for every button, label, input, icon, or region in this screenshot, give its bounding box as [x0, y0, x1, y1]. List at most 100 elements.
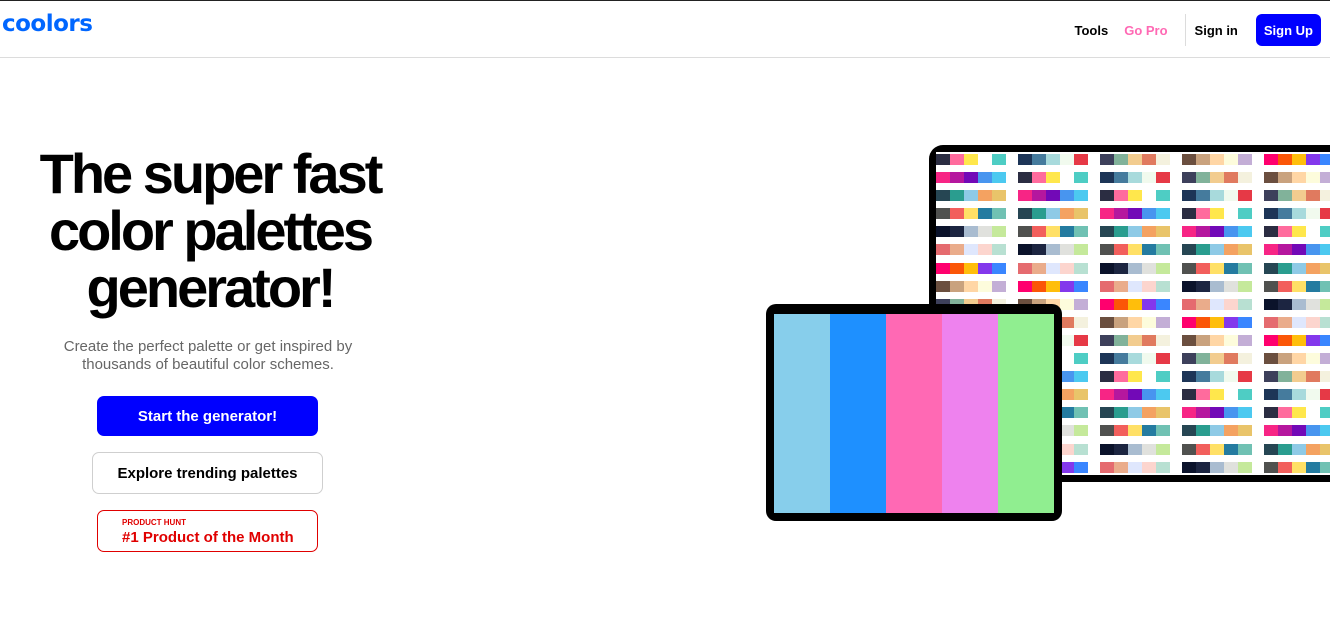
palette-swatch [1046, 208, 1060, 220]
palette-row [1182, 334, 1252, 346]
palette-swatch [1100, 389, 1114, 401]
hero-title: The super fast color palettes generator! [20, 145, 400, 316]
palette-swatch [1156, 262, 1170, 274]
palette-swatch [992, 172, 1006, 184]
palette-swatch [1210, 425, 1224, 437]
palette-row [1264, 190, 1330, 202]
palette-row [1100, 280, 1170, 292]
palette-swatch [1224, 316, 1238, 328]
palette-swatch [1032, 262, 1046, 274]
palette-swatch [1114, 208, 1128, 220]
palette-swatch [1238, 389, 1252, 401]
palette-swatch [1142, 371, 1156, 383]
palette-row [1100, 334, 1170, 346]
palette-swatch [1128, 262, 1142, 274]
palette-swatch [1060, 298, 1074, 310]
palette-swatch [1264, 371, 1278, 383]
palette-swatch [1210, 298, 1224, 310]
palette-swatch [1142, 407, 1156, 419]
palette-swatch [1074, 154, 1088, 165]
sign-up-button[interactable]: Sign Up [1255, 14, 1321, 46]
palette-swatch [1074, 172, 1088, 184]
palette-swatch [1142, 353, 1156, 365]
palette-swatch [1074, 298, 1088, 310]
featured-palette-illustration [774, 314, 1054, 513]
palette-swatch [1182, 226, 1196, 238]
palette-swatch [1060, 280, 1074, 292]
palette-swatch [1156, 443, 1170, 455]
palette-swatch [1306, 226, 1320, 238]
palette-swatch [1320, 226, 1330, 238]
coolors-logo[interactable]: coolors [2, 11, 93, 37]
palette-swatch [1100, 443, 1114, 455]
nav-tools-link[interactable]: Tools [1075, 23, 1109, 38]
palette-swatch [1238, 443, 1252, 455]
palette-swatch [1306, 443, 1320, 455]
palette-swatch [1278, 316, 1292, 328]
palette-swatch [1074, 461, 1088, 473]
explore-trending-button[interactable]: Explore trending palettes [92, 452, 323, 494]
palette-row [1100, 425, 1170, 437]
palette-row [1018, 208, 1088, 220]
palette-swatch [936, 190, 950, 202]
palette-row [1264, 208, 1330, 220]
palette-swatch [1060, 316, 1074, 328]
palette-swatch [1264, 334, 1278, 346]
palette-swatch [1156, 389, 1170, 401]
palette-swatch [1238, 226, 1252, 238]
palette-swatch [1060, 190, 1074, 202]
product-hunt-badge[interactable]: PRODUCT HUNT #1 Product of the Month [97, 510, 318, 552]
palette-swatch [774, 314, 830, 513]
palette-swatch [1264, 461, 1278, 473]
palette-swatch [992, 226, 1006, 238]
palette-swatch [1306, 208, 1320, 220]
palette-row [1182, 244, 1252, 256]
palette-swatch [1224, 298, 1238, 310]
palette-swatch [1278, 425, 1292, 437]
palette-swatch [1320, 190, 1330, 202]
palette-swatch [1210, 154, 1224, 165]
palette-swatch [1320, 298, 1330, 310]
palette-swatch [1156, 334, 1170, 346]
palette-swatch [1060, 371, 1074, 383]
palette-swatch [1224, 389, 1238, 401]
palette-row [1264, 298, 1330, 310]
palette-swatch [1320, 389, 1330, 401]
palette-swatch [1306, 389, 1320, 401]
palette-swatch [1142, 298, 1156, 310]
palette-swatch [1320, 244, 1330, 256]
palette-swatch [1182, 407, 1196, 419]
nav-divider [1184, 14, 1186, 46]
palette-row [1018, 262, 1088, 274]
nav-go-pro-link[interactable]: Go Pro [1124, 23, 1167, 38]
palette-swatch [1306, 407, 1320, 419]
palette-swatch [1210, 244, 1224, 256]
palette-swatch [992, 244, 1006, 256]
palette-swatch [1306, 316, 1320, 328]
palette-swatch [1182, 172, 1196, 184]
palette-swatch [1182, 443, 1196, 455]
palette-swatch [1074, 425, 1088, 437]
palette-swatch [1128, 389, 1142, 401]
palette-swatch [1238, 353, 1252, 365]
start-generator-button[interactable]: Start the generator! [97, 396, 318, 436]
palette-row [1182, 316, 1252, 328]
palette-swatch [978, 190, 992, 202]
palette-swatch [1196, 280, 1210, 292]
palette-swatch [992, 208, 1006, 220]
palette-swatch [1292, 262, 1306, 274]
palette-swatch [978, 244, 992, 256]
palette-swatch [1100, 316, 1114, 328]
sign-in-link[interactable]: Sign in [1195, 23, 1238, 38]
palette-swatch [1018, 244, 1032, 256]
palette-swatch [1278, 172, 1292, 184]
palette-swatch [1306, 262, 1320, 274]
palette-swatch [1292, 154, 1306, 165]
palette-swatch [1100, 407, 1114, 419]
palette-swatch [1182, 353, 1196, 365]
palette-swatch [1060, 461, 1074, 473]
palette-swatch [1196, 208, 1210, 220]
palette-swatch [1128, 425, 1142, 437]
palette-swatch [1128, 226, 1142, 238]
palette-swatch [1196, 461, 1210, 473]
